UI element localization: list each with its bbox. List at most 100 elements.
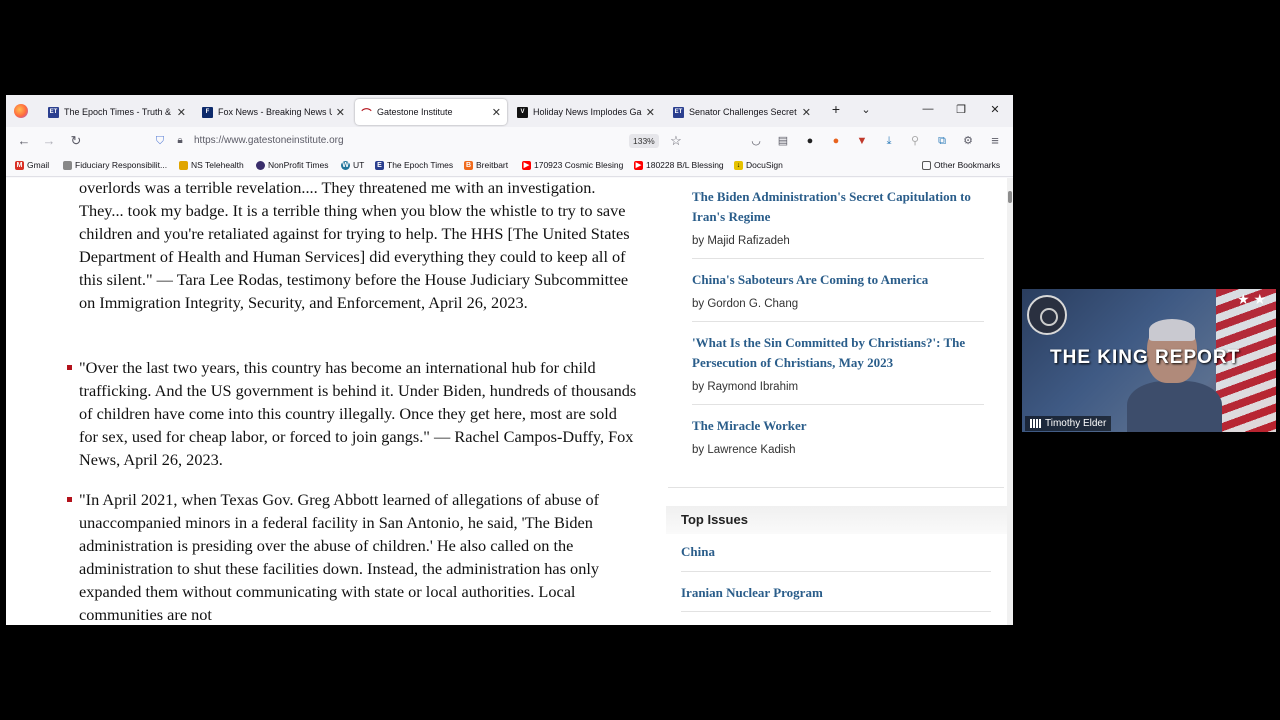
folder-icon (922, 160, 931, 170)
menu-hamburger-icon[interactable]: ≡ (988, 134, 1002, 148)
bookmark-label: NS Telehealth (191, 160, 244, 170)
cloud-icon (63, 160, 72, 170)
presenter-video (1127, 319, 1222, 432)
browser-window: ET The Epoch Times - Truth & Tr ✕ F Fox … (6, 95, 1013, 625)
bookmark-label: Gmail (27, 160, 50, 170)
extension-icon[interactable]: ● (803, 134, 817, 148)
scrollbar-thumb[interactable] (1008, 191, 1012, 203)
bookmark-label: NonProfit Times (268, 160, 329, 170)
bookmark-label: 180228 B/L Blessing (646, 160, 724, 170)
close-tab-icon[interactable]: ✕ (336, 106, 345, 119)
bookmark-gmail[interactable]: M Gmail (15, 160, 49, 170)
tab-label: Fox News - Breaking News Up (218, 107, 332, 117)
gatestone-favicon-icon: ⌒ (361, 108, 372, 120)
minimize-button[interactable]: — (920, 103, 936, 115)
epoch-times-icon: E (375, 160, 384, 170)
download-icon[interactable]: ⤓ (882, 134, 896, 148)
bookmark-bl-blessing[interactable]: ▶ 180228 B/L Blessing (634, 160, 724, 170)
sidebar-article-link[interactable]: 'What Is the Sin Committed by Christians… (692, 333, 992, 373)
presenter-body (1127, 381, 1222, 432)
divider (681, 571, 991, 572)
back-arrow-icon[interactable]: ← (16, 133, 32, 149)
divider (681, 611, 991, 612)
other-bookmarks-label: Other Bookmarks (934, 160, 1001, 170)
firefox-icon[interactable] (14, 104, 28, 118)
nav-bar: ← → ↻ ⛉ 🔒︎ https://www.gatestoneinstitut… (6, 127, 1013, 155)
bookmark-star-icon[interactable]: ☆ (668, 133, 684, 149)
extensions-puzzle-icon[interactable]: ⚙ (961, 134, 975, 148)
sidebar-article-author: by Majid Rafizadeh (692, 235, 790, 247)
article-paragraph: "Over the last two years, this country h… (79, 358, 637, 469)
sidebar: The Biden Administration's Secret Capitu… (666, 178, 1007, 625)
close-tab-icon[interactable]: ✕ (802, 106, 811, 119)
bookmark-ns-telehealth[interactable]: NS Telehealth (179, 160, 244, 170)
bookmark-ut[interactable]: W UT (341, 160, 364, 170)
translate-icon[interactable]: ⧉ (935, 134, 949, 148)
sidebar-article-author: by Raymond Ibrahim (692, 381, 799, 393)
lock-icon[interactable]: 🔒︎ (172, 133, 188, 149)
sidebar-article-link[interactable]: The Miracle Worker (692, 416, 992, 436)
page-content: overlords was a terrible revelation.... … (6, 178, 1007, 625)
docusign-icon: ↓ (734, 160, 743, 170)
close-tab-icon[interactable]: ✕ (492, 106, 501, 119)
show-title: THE KING REPORT (1050, 347, 1241, 368)
extension-red-icon[interactable]: ▼ (855, 134, 869, 148)
close-window-button[interactable]: ✕ (987, 103, 1003, 116)
epoch-times-favicon-icon: ET (673, 106, 684, 118)
tab-strip: ET The Epoch Times - Truth & Tr ✕ F Fox … (6, 95, 1013, 127)
divider (668, 487, 1004, 488)
list-tabs-chevron-icon[interactable]: ⌄ (858, 103, 874, 116)
folder-icon (179, 160, 188, 170)
tab-label: Gatestone Institute (377, 107, 453, 117)
article-paragraph: "In April 2021, when Texas Gov. Greg Abb… (79, 490, 600, 624)
top-issue-link[interactable]: China (681, 544, 715, 560)
bookmarks-bar: M Gmail Fiduciary Responsibilit... NS Tel… (6, 155, 1013, 177)
other-bookmarks[interactable]: Other Bookmarks (922, 160, 1000, 170)
wordpress-icon: W (341, 160, 350, 170)
fox-news-favicon-icon: F (202, 106, 213, 118)
tab-label: The Epoch Times - Truth & Tr (64, 107, 173, 117)
bookmark-docusign[interactable]: ↓ DocuSign (734, 160, 783, 170)
search-ext-icon[interactable]: ⚲ (908, 134, 922, 148)
presenter-cap (1149, 319, 1195, 341)
url-bar[interactable]: ⛉ 🔒︎ https://www.gatestoneinstitute.org … (146, 130, 701, 152)
globe-icon (256, 160, 265, 170)
extension-orange-icon[interactable]: ● (829, 134, 843, 148)
reader-view-icon[interactable]: ▤ (776, 134, 790, 148)
webcam-overlay: ★ ★ THE KING REPORT Timothy Elder (1022, 289, 1276, 432)
tab-holiday-news[interactable]: V Holiday News Implodes Garla ✕ (511, 99, 661, 125)
bookmark-nonprofit-times[interactable]: NonProfit Times (256, 160, 328, 170)
bookmark-epoch-times[interactable]: E The Epoch Times (375, 160, 453, 170)
close-tab-icon[interactable]: ✕ (177, 106, 186, 119)
bookmark-label: UT (353, 160, 365, 170)
tab-gatestone[interactable]: ⌒ Gatestone Institute ✕ (355, 99, 507, 125)
forward-arrow-icon[interactable]: → (41, 133, 57, 149)
top-issues-header: Top Issues (666, 506, 1007, 534)
sidebar-article-author: by Lawrence Kadish (692, 444, 796, 456)
bookmark-breitbart[interactable]: B Breitbart (464, 160, 508, 170)
bookmark-cosmic-blesing[interactable]: ▶ 170923 Cosmic Blesing (522, 160, 623, 170)
presenter-name-tag: Timothy Elder (1025, 416, 1112, 431)
sidebar-article-link[interactable]: China's Saboteurs Are Coming to America (692, 270, 992, 290)
sidebar-article-link[interactable]: The Biden Administration's Secret Capitu… (692, 187, 992, 227)
pocket-icon[interactable]: ◡ (749, 134, 763, 148)
shield-icon[interactable]: ⛉ (152, 133, 168, 149)
page-scrollbar[interactable] (1007, 178, 1013, 625)
bookmark-label: 170923 Cosmic Blesing (534, 160, 624, 170)
breitbart-icon: B (464, 160, 473, 170)
new-tab-button[interactable]: + (828, 101, 844, 117)
zoom-level-badge[interactable]: 133% (629, 134, 659, 148)
close-tab-icon[interactable]: ✕ (646, 106, 655, 119)
tab-fox-news[interactable]: F Fox News - Breaking News Up ✕ (196, 99, 351, 125)
tab-epoch-times[interactable]: ET The Epoch Times - Truth & Tr ✕ (42, 99, 192, 125)
reload-icon[interactable]: ↻ (68, 133, 84, 149)
seal-logo-icon (1027, 295, 1067, 335)
divider (692, 404, 984, 405)
tab-senator[interactable]: ET Senator Challenges Secret Se ✕ (667, 99, 817, 125)
divider (692, 258, 984, 259)
bullet-marker (67, 365, 72, 370)
restore-button[interactable]: ❐ (953, 103, 969, 116)
bookmark-fiduciary[interactable]: Fiduciary Responsibilit... (63, 160, 167, 170)
url-text[interactable]: https://www.gatestoneinstitute.org (194, 135, 344, 146)
top-issue-link[interactable]: Iranian Nuclear Program (681, 585, 823, 601)
